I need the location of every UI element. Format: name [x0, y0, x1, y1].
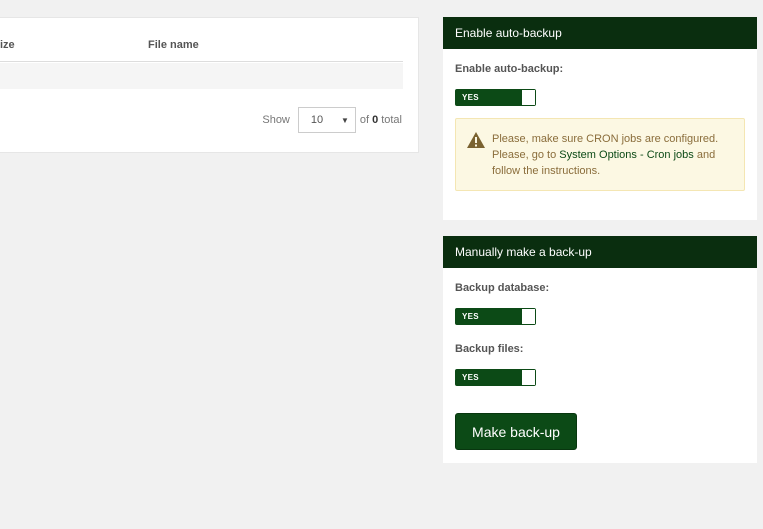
toggle-knob [521, 309, 535, 324]
make-backup-button[interactable]: Make back-up [455, 413, 577, 450]
page-size-value: 10 [310, 114, 324, 126]
warning-line-2: Please, go to System Options - Cron jobs… [492, 147, 742, 163]
warning-line-2-suffix: and [696, 149, 716, 161]
cron-jobs-link[interactable]: System Options - Cron jobs [559, 149, 694, 161]
backup-files-toggle[interactable]: YES [455, 369, 536, 386]
auto-backup-toggle[interactable]: YES [455, 89, 536, 106]
toggle-state-label: YES [462, 93, 479, 102]
total-label: total [381, 114, 402, 126]
table-header: ize File name [0, 18, 403, 62]
manual-backup-card-header: Manually make a back-up [443, 236, 757, 268]
pagination: Show 10 ▼ of 0 total [262, 107, 402, 133]
of-label: of [359, 114, 370, 126]
table-row [0, 63, 403, 89]
toggle-knob [521, 370, 535, 385]
backup-database-label: Backup database: [455, 282, 550, 294]
page-size-select[interactable]: 10 ▼ [297, 107, 356, 133]
auto-backup-card-header: Enable auto-backup [443, 17, 757, 49]
warning-line-1: Please, make sure CRON jobs are configur… [492, 133, 719, 145]
caret-down-icon: ▼ [340, 116, 349, 125]
backup-page: ize File name Show 10 ▼ of 0 total Enabl… [0, 0, 763, 529]
toggle-state-label: YES [462, 373, 479, 382]
backup-files-label: Backup files: [455, 343, 524, 355]
warning-line-3: follow the instructions. [492, 165, 601, 177]
warning-line-2-prefix: Please, go to [492, 149, 557, 161]
auto-backup-label: Enable auto-backup: [455, 63, 564, 75]
warning-triangle-icon [467, 132, 485, 148]
toggle-state-label: YES [462, 312, 479, 321]
toggle-knob [521, 90, 535, 105]
show-label: Show [262, 114, 290, 126]
total-count: 0 [372, 114, 379, 126]
column-header-file-name[interactable]: File name [148, 39, 199, 51]
warning-message: Please, make sure CRON jobs are configur… [492, 131, 742, 179]
column-header-size[interactable]: ize [0, 39, 15, 51]
backups-table-panel: ize File name Show 10 ▼ of 0 total [0, 17, 419, 153]
manual-backup-card: Manually make a back-up Backup database:… [443, 236, 757, 463]
backup-database-toggle[interactable]: YES [455, 308, 536, 325]
auto-backup-card: Enable auto-backup Enable auto-backup: Y… [443, 17, 757, 220]
cron-warning-alert: Please, make sure CRON jobs are configur… [455, 118, 745, 191]
